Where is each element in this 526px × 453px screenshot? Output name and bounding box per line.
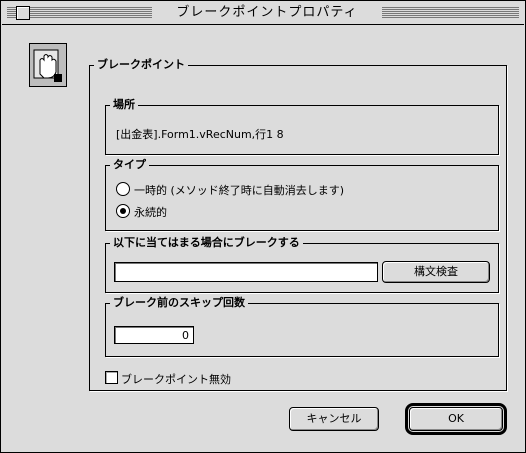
condition-input[interactable] xyxy=(114,262,378,282)
disable-breakpoint-checkbox[interactable] xyxy=(105,371,118,384)
syntax-check-button[interactable]: 構文検査 xyxy=(382,261,490,283)
radio-temporary-label[interactable]: 一時的 (メソッド終了時に自動消去します) xyxy=(134,182,344,198)
location-value: [出金表].Form1.vRecNum,行1 8 xyxy=(116,128,284,141)
radio-temporary[interactable] xyxy=(116,182,130,196)
skip-count-group: ブレーク前のスキップ回数 0 xyxy=(105,296,499,357)
window-title: ブレークポイントプロパティ xyxy=(152,4,382,21)
ok-button[interactable]: OK xyxy=(405,403,507,435)
cancel-button[interactable]: キャンセル xyxy=(289,407,379,431)
location-group: 場所 [出金表].Form1.vRecNum,行1 8 xyxy=(105,98,499,155)
radio-persistent[interactable] xyxy=(116,204,130,218)
title-bar[interactable]: ブレークポイントプロパティ xyxy=(2,2,524,25)
type-group-label: タイプ xyxy=(110,158,149,172)
breakpoint-properties-dialog: ブレークポイントプロパティ ブレークポイント 場所 [出金表].Form1.vR… xyxy=(0,0,526,453)
breakpoint-group-label: ブレークポイント xyxy=(94,58,188,72)
skip-count-group-label: ブレーク前のスキップ回数 xyxy=(110,296,248,310)
condition-group: 以下に当てはまる場合にブレークする 構文検査 xyxy=(105,236,499,293)
condition-group-label: 以下に当てはまる場合にブレークする xyxy=(110,236,303,250)
location-group-label: 場所 xyxy=(110,98,138,112)
radio-persistent-label[interactable]: 永続的 xyxy=(134,204,167,220)
type-group: タイプ 一時的 (メソッド終了時に自動消去します) 永続的 xyxy=(105,158,499,231)
skip-count-input[interactable]: 0 xyxy=(114,326,194,344)
close-box[interactable] xyxy=(16,6,30,20)
breakpoint-hand-icon xyxy=(29,43,67,87)
disable-breakpoint-label[interactable]: ブレークポイント無効 xyxy=(121,371,231,387)
